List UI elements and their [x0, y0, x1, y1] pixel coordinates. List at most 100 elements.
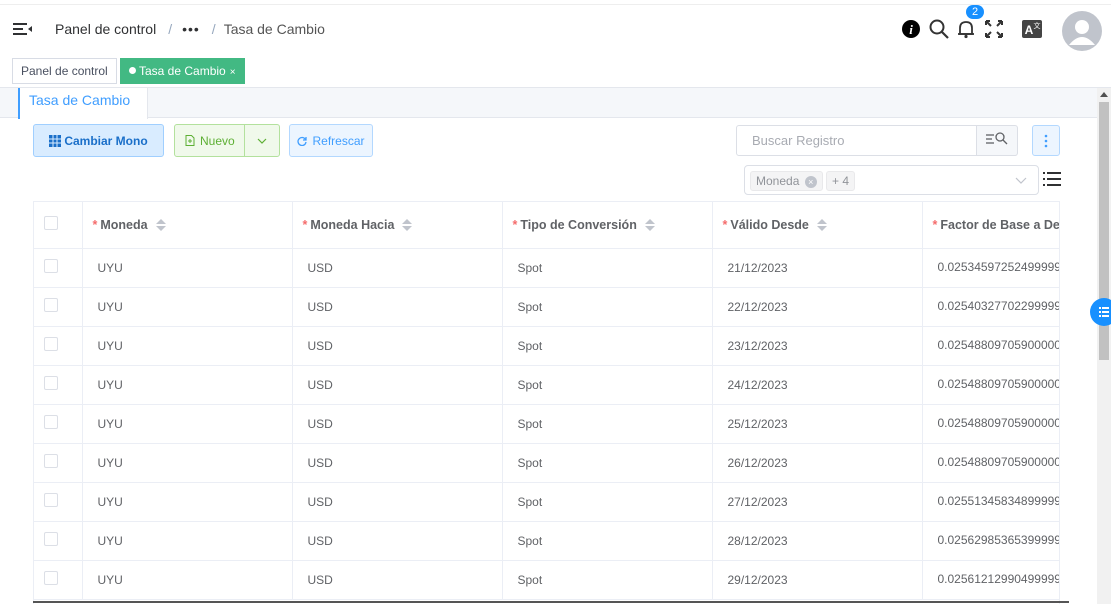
- more-options-button[interactable]: [1032, 125, 1060, 156]
- cambiar-mono-button[interactable]: Cambiar Mono: [33, 124, 164, 157]
- row-checkbox[interactable]: [44, 376, 58, 390]
- cell-moneda-hacia: USD: [292, 248, 503, 288]
- cell-tipo-conversion: Spot: [502, 521, 713, 561]
- row-checkbox[interactable]: [44, 571, 58, 585]
- document-icon: [185, 135, 195, 146]
- table-row[interactable]: UYU USD Spot 23/12/2023 0.025488097059000000: [34, 326, 1059, 366]
- tab-tasa-de-cambio[interactable]: Tasa de Cambio: [18, 88, 148, 119]
- bell-icon[interactable]: [955, 18, 977, 40]
- table-row[interactable]: UYU USD Spot 26/12/2023 0.025488097059000000: [34, 443, 1059, 483]
- breadcrumb-ellipsis[interactable]: •••: [182, 21, 200, 37]
- sort-icon[interactable]: [155, 218, 166, 231]
- breadcrumb-current: Tasa de Cambio: [223, 21, 325, 37]
- row-checkbox[interactable]: [44, 454, 58, 468]
- table-row[interactable]: UYU USD Spot 24/12/2023 0.025488097059000000: [34, 365, 1059, 405]
- cambiar-mono-label: Cambiar Mono: [64, 133, 148, 148]
- cell-moneda-hacia: USD: [292, 560, 503, 600]
- vertical-scrollbar[interactable]: [1097, 88, 1111, 604]
- sort-icon[interactable]: [816, 218, 827, 231]
- svg-text:A: A: [1025, 23, 1034, 37]
- cell-moneda-hacia: USD: [292, 287, 503, 327]
- tag-panel-de-control[interactable]: Panel de control: [12, 58, 117, 84]
- cell-valido-desde: 21/12/2023: [712, 248, 923, 288]
- cell-moneda: UYU: [82, 560, 293, 600]
- cell-moneda: UYU: [82, 326, 293, 366]
- row-select-cell: [34, 287, 83, 327]
- list-icon[interactable]: [1043, 170, 1061, 188]
- table-row[interactable]: UYU USD Spot 22/12/2023 0.025403277022999999: [34, 287, 1059, 327]
- active-dot-icon: [129, 67, 136, 74]
- select-all-checkbox[interactable]: [44, 216, 58, 231]
- cell-valido-desde: 26/12/2023: [712, 443, 923, 483]
- nuevo-button[interactable]: Nuevo: [174, 124, 280, 157]
- row-checkbox[interactable]: [44, 493, 58, 507]
- user-avatar[interactable]: [1062, 11, 1102, 51]
- cell-moneda: UYU: [82, 287, 293, 327]
- table-row[interactable]: UYU USD Spot 28/12/2023 0.025629853653999997: [34, 521, 1059, 561]
- row-select-cell: [34, 326, 83, 366]
- floating-menu-button[interactable]: [1090, 298, 1111, 326]
- cell-tipo-conversion: Spot: [502, 482, 713, 522]
- chevron-down-icon: [257, 138, 267, 144]
- search-list-icon: [986, 132, 1008, 145]
- refresh-icon: [297, 136, 308, 146]
- cell-tipo-conversion: Spot: [502, 248, 713, 288]
- cell-tipo-conversion: Spot: [502, 365, 713, 405]
- row-select-cell: [34, 560, 83, 600]
- row-select-cell: [34, 365, 83, 405]
- search-button[interactable]: [976, 125, 1018, 156]
- cell-factor: 0.025345972524999999: [922, 248, 1059, 288]
- refrescar-button[interactable]: Refrescar: [289, 124, 373, 157]
- refrescar-label: Refrescar: [312, 133, 365, 148]
- column-label: Moneda: [100, 217, 148, 232]
- info-icon[interactable]: i: [900, 18, 922, 40]
- cell-tipo-conversion: Spot: [502, 404, 713, 444]
- scroll-up-arrow-icon[interactable]: [1100, 92, 1108, 97]
- table-row[interactable]: UYU USD Spot 27/12/2023 0.025513458348999998: [34, 482, 1059, 522]
- cell-factor: 0.025629853653999997: [922, 521, 1059, 561]
- more-vertical-icon: [1044, 134, 1048, 148]
- menu-toggle-icon[interactable]: [13, 21, 32, 37]
- row-checkbox[interactable]: [44, 415, 58, 429]
- row-checkbox[interactable]: [44, 532, 58, 546]
- close-icon[interactable]: ×: [230, 67, 236, 78]
- column-header-tipo-conversion[interactable]: * Tipo de Conversión: [502, 202, 713, 249]
- notification-badge: 2: [966, 5, 984, 19]
- row-checkbox[interactable]: [44, 259, 58, 273]
- translate-icon[interactable]: A 文: [1021, 18, 1043, 40]
- table-row[interactable]: UYU USD Spot 21/12/2023 0.025345972524999999: [34, 248, 1059, 288]
- horizontal-scrollbar[interactable]: [33, 601, 1069, 603]
- sort-icon[interactable]: [644, 218, 655, 231]
- cell-factor: 0.025513458348999998: [922, 482, 1059, 522]
- list-icon: [1099, 307, 1109, 317]
- cell-valido-desde: 25/12/2023: [712, 404, 923, 444]
- column-header-moneda[interactable]: * Moneda: [82, 202, 293, 249]
- row-checkbox[interactable]: [44, 298, 58, 312]
- nuevo-dropdown-toggle[interactable]: [244, 125, 279, 156]
- cell-factor: 0.025612129904999999: [922, 560, 1059, 600]
- search-input[interactable]: [736, 125, 977, 156]
- row-select-cell: [34, 404, 83, 444]
- user-avatar-icon: [1069, 20, 1095, 45]
- sort-icon[interactable]: [402, 218, 413, 231]
- column-header-valido-desde[interactable]: * Válido Desde: [712, 202, 923, 249]
- cell-moneda-hacia: USD: [292, 482, 503, 522]
- nuevo-main[interactable]: Nuevo: [175, 134, 244, 148]
- breadcrumb-home[interactable]: Panel de control: [55, 21, 156, 37]
- cell-moneda-hacia: USD: [292, 443, 503, 483]
- row-select-cell: [34, 482, 83, 522]
- fullscreen-icon[interactable]: [983, 18, 1005, 40]
- tag-tasa-de-cambio[interactable]: Tasa de Cambio ×: [120, 58, 245, 84]
- row-checkbox[interactable]: [44, 337, 58, 351]
- cell-moneda: UYU: [82, 404, 293, 444]
- search-icon[interactable]: [928, 18, 950, 40]
- column-filter-select[interactable]: Moneda × + 4: [744, 165, 1039, 195]
- column-header-moneda-hacia[interactable]: * Moneda Hacia: [292, 202, 503, 249]
- tag-close-icon[interactable]: ×: [804, 176, 817, 188]
- cell-moneda-hacia: USD: [292, 404, 503, 444]
- cell-moneda: UYU: [82, 248, 293, 288]
- table-row[interactable]: UYU USD Spot 29/12/2023 0.025612129904999999: [34, 560, 1059, 600]
- table-row[interactable]: UYU USD Spot 25/12/2023 0.025488097059000000: [34, 404, 1059, 444]
- cell-factor: 0.025488097059000000: [922, 365, 1059, 405]
- column-header-factor[interactable]: *Factor de Base a Destino: [922, 202, 1059, 249]
